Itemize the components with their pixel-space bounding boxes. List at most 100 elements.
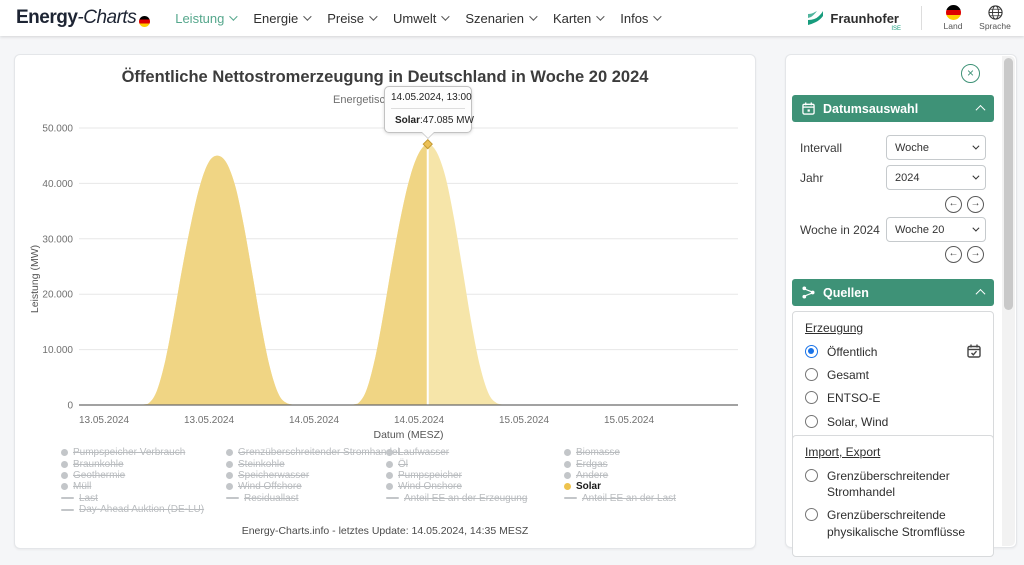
legend-item-m-ll[interactable]: Müll: [61, 481, 204, 492]
import-export-option-grenz-berschreitende-physikalische-stromfl-sse[interactable]: Grenzüberschreitende physikalische Strom…: [805, 507, 981, 539]
nav-item-label: Szenarien: [465, 11, 524, 26]
legend-dot-icon: [386, 461, 393, 468]
x-axis-tick-label: 14.05.2024: [289, 415, 339, 426]
radio-icon[interactable]: [805, 368, 818, 381]
nav-item-label: Karten: [553, 11, 591, 26]
legend-item-label: Wind Offshore: [238, 481, 302, 492]
legend-item-label: Residuallast: [244, 493, 298, 504]
erzeugung-option-solar-wind[interactable]: Solar, Wind: [805, 414, 981, 430]
legend-dot-icon: [564, 461, 571, 468]
solar-area-chart[interactable]: 010.00020.00030.00040.00050.00013.05.202…: [23, 111, 749, 441]
legend-item-geothermie[interactable]: Geothermie: [61, 470, 204, 481]
legend-item-day-ahead-auktion-de-lu-[interactable]: Day-Ahead Auktion (DE-LU): [61, 504, 204, 515]
legend-item-speicherwasser[interactable]: Speicherwasser: [226, 470, 400, 481]
jahr-select[interactable]: 2024: [886, 165, 986, 190]
nav-item-leistung[interactable]: Leistung: [168, 0, 242, 36]
jahr-next-button[interactable]: →: [967, 196, 984, 213]
legend-item-steinkohle[interactable]: Steinkohle: [226, 458, 400, 469]
erzeugung-option--ffentlich[interactable]: Öffentlich: [805, 344, 981, 360]
legend-item-laufwasser[interactable]: Laufwasser: [386, 447, 527, 458]
language-selector[interactable]: Sprache: [974, 5, 1016, 31]
legend-item-label: Steinkohle: [238, 459, 285, 470]
woche-select[interactable]: Woche 20: [886, 217, 986, 242]
legend-item-wind-onshore[interactable]: Wind Onshore: [386, 481, 527, 492]
nav-item-label: Preise: [327, 11, 364, 26]
erzeugung-heading[interactable]: Erzeugung: [805, 321, 981, 335]
legend-dot-icon: [61, 461, 68, 468]
woche-prev-button[interactable]: ←: [945, 246, 962, 263]
radio-icon[interactable]: [805, 415, 818, 428]
legend-item-grenz-berschreitender-stromhandel[interactable]: Grenzüberschreitender Stromhandel: [226, 447, 400, 458]
sidebar-close-icon[interactable]: ×: [961, 64, 980, 83]
x-axis-tick-label: 13.05.2024: [184, 415, 234, 426]
legend-item-andere[interactable]: Andere: [564, 470, 676, 481]
legend-item-anteil-ee-an-der-last[interactable]: Anteil EE an der Last: [564, 493, 676, 504]
legend-item-solar[interactable]: Solar: [564, 481, 676, 492]
nav-item-szenarien[interactable]: Szenarien: [458, 0, 542, 36]
legend-item-pumpspeicher-verbrauch[interactable]: Pumpspeicher Verbrauch: [61, 447, 204, 458]
legend-item-label: Day-Ahead Auktion (DE-LU): [79, 504, 204, 515]
chart-tooltip: 14.05.2024, 13:00 Solar : 47.085 MW: [384, 86, 472, 133]
legend-item-braunkohle[interactable]: Braunkohle: [61, 458, 204, 469]
import-export-heading[interactable]: Import, Export: [805, 445, 981, 459]
radio-icon[interactable]: [805, 391, 818, 404]
country-selector[interactable]: Land: [932, 5, 974, 31]
collapse-chevron-icon: [976, 105, 986, 115]
scrollbar-thumb[interactable]: [1004, 58, 1013, 310]
erzeugung-option-gesamt[interactable]: Gesamt: [805, 367, 981, 383]
legend-item-biomasse[interactable]: Biomasse: [564, 447, 676, 458]
legend-column: LaufwasserÖlPumpspeicherWind OnshoreAnte…: [386, 447, 527, 504]
legend-item-residuallast[interactable]: Residuallast: [226, 493, 400, 504]
nav-item-karten[interactable]: Karten: [546, 0, 609, 36]
legend-dot-icon: [386, 449, 393, 456]
radio-option-label: Gesamt: [827, 367, 869, 383]
calendar-check-icon[interactable]: [967, 344, 981, 358]
country-label: Land: [944, 21, 963, 31]
legend-item-erdgas[interactable]: Erdgas: [564, 458, 676, 469]
legend-item-pumpspeicher[interactable]: Pumpspeicher: [386, 470, 527, 481]
radio-option-label: Solar, Wind: [827, 414, 888, 430]
legend-column: Pumpspeicher VerbrauchBraunkohleGeotherm…: [61, 447, 204, 515]
radio-icon[interactable]: [805, 508, 818, 521]
chevron-down-icon: [596, 12, 604, 20]
legend-column: Grenzüberschreitender StromhandelSteinko…: [226, 447, 400, 504]
y-axis-tick-label: 10.000: [42, 345, 73, 356]
jahr-prev-button[interactable]: ←: [945, 196, 962, 213]
chart-plot-area[interactable]: 010.00020.00030.00040.00050.00013.05.202…: [23, 111, 749, 441]
nav-item-energie[interactable]: Energie: [246, 0, 316, 36]
legend-item-label: Braunkohle: [73, 459, 124, 470]
nav-item-umwelt[interactable]: Umwelt: [386, 0, 454, 36]
chevron-down-icon: [972, 143, 979, 150]
fraunhofer-logo[interactable]: FraunhoferISE: [807, 11, 899, 26]
chart-footer-credits: Energy-Charts.info - letztes Update: 14.…: [15, 525, 755, 537]
woche-next-button[interactable]: →: [967, 246, 984, 263]
panel-header-quellen[interactable]: Quellen: [792, 279, 994, 306]
sidebar-scrollbar[interactable]: [1002, 56, 1015, 546]
jahr-label: Jahr: [800, 171, 823, 185]
erzeugung-option-entso-e[interactable]: ENTSO-E: [805, 390, 981, 406]
logo-text-charts: -Charts: [77, 7, 136, 29]
fraunhofer-ise-label: ISE: [891, 26, 901, 32]
panel-header-datumsauswahl[interactable]: Datumsauswahl: [792, 95, 994, 122]
legend-item-last[interactable]: Last: [61, 493, 204, 504]
legend-item-label: Wind Onshore: [398, 481, 462, 492]
fraunhofer-label: FraunhoferISE: [830, 11, 899, 26]
legend-item--l[interactable]: Öl: [386, 458, 527, 469]
legend-item-label: Laufwasser: [398, 447, 449, 458]
legend-dot-icon: [564, 483, 571, 490]
intervall-select[interactable]: Woche: [886, 135, 986, 160]
legend-item-wind-offshore[interactable]: Wind Offshore: [226, 481, 400, 492]
legend-item-anteil-ee-an-der-erzeugung[interactable]: Anteil EE an der Erzeugung: [386, 493, 527, 504]
nav-item-preise[interactable]: Preise: [320, 0, 382, 36]
radio-option-label: Öffentlich: [827, 344, 877, 360]
y-axis-tick-label: 40.000: [42, 179, 73, 190]
radio-icon[interactable]: [805, 469, 818, 482]
radio-selected-icon[interactable]: [805, 345, 818, 358]
y-axis-tick-label: 20.000: [42, 290, 73, 301]
legend-line-icon: [564, 497, 577, 499]
legend-dot-icon: [564, 472, 571, 479]
import-export-option-grenz-berschreitender-stromhandel[interactable]: Grenzüberschreitender Stromhandel: [805, 468, 981, 500]
legend-line-icon: [386, 497, 399, 499]
energy-charts-logo[interactable]: Energy-Charts: [16, 7, 150, 29]
nav-item-infos[interactable]: Infos: [613, 0, 666, 36]
